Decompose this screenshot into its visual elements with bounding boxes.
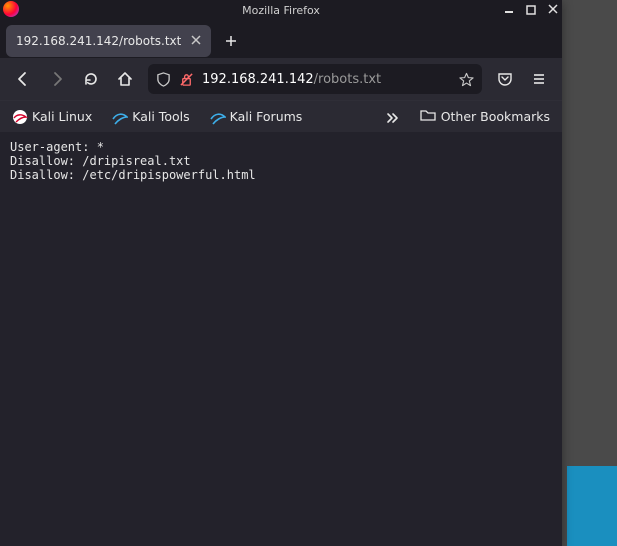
insecure-lock-icon[interactable] bbox=[179, 72, 194, 87]
url-bar[interactable]: 192.168.241.142/robots.txt bbox=[148, 64, 482, 94]
reload-button[interactable] bbox=[76, 64, 106, 94]
bookmark-label: Kali Forums bbox=[230, 109, 303, 124]
nav-toolbar: 192.168.241.142/robots.txt bbox=[0, 58, 562, 100]
robots-txt-body: User-agent: * Disallow: /dripisreal.txt … bbox=[10, 140, 552, 182]
bookmark-kali-tools[interactable]: Kali Tools bbox=[108, 105, 193, 129]
firefox-icon bbox=[3, 1, 21, 19]
new-tab-button[interactable] bbox=[217, 27, 245, 55]
kali-dragon-icon bbox=[112, 109, 128, 125]
desktop-accent bbox=[567, 466, 617, 546]
other-bookmarks-folder[interactable]: Other Bookmarks bbox=[416, 103, 554, 130]
page-content[interactable]: User-agent: * Disallow: /dripisreal.txt … bbox=[0, 132, 562, 546]
bookmark-label: Kali Linux bbox=[32, 109, 92, 124]
tab-active[interactable]: 192.168.241.142/robots.txt bbox=[6, 25, 211, 57]
kali-dragon-icon bbox=[210, 109, 226, 125]
window-title: Mozilla Firefox bbox=[0, 4, 562, 17]
kali-dragon-icon bbox=[12, 109, 28, 125]
close-button[interactable] bbox=[548, 4, 558, 16]
bookmark-label: Kali Tools bbox=[132, 109, 189, 124]
desktop-background bbox=[562, 0, 617, 546]
bookmark-kali-linux[interactable]: Kali Linux bbox=[8, 105, 96, 129]
bookmark-kali-forums[interactable]: Kali Forums bbox=[206, 105, 307, 129]
titlebar: Mozilla Firefox bbox=[0, 0, 562, 20]
url-text: 192.168.241.142/robots.txt bbox=[202, 72, 451, 87]
maximize-button[interactable] bbox=[526, 5, 536, 15]
app-menu-button[interactable] bbox=[524, 64, 554, 94]
pocket-button[interactable] bbox=[490, 64, 520, 94]
bookmarks-toolbar: Kali Linux Kali Tools Kali Forums Other … bbox=[0, 100, 562, 132]
window-controls bbox=[504, 0, 558, 20]
tab-title: 192.168.241.142/robots.txt bbox=[16, 34, 181, 48]
firefox-window: Mozilla Firefox 192.168.241.142/robots.t… bbox=[0, 0, 562, 546]
tracking-protection-icon[interactable] bbox=[156, 72, 171, 87]
forward-button[interactable] bbox=[42, 64, 72, 94]
bookmark-star-icon[interactable] bbox=[459, 72, 474, 87]
url-path: /robots.txt bbox=[314, 72, 382, 87]
bookmarks-overflow-button[interactable] bbox=[380, 105, 404, 129]
back-button[interactable] bbox=[8, 64, 38, 94]
minimize-button[interactable] bbox=[504, 4, 514, 16]
folder-icon bbox=[420, 107, 436, 126]
home-button[interactable] bbox=[110, 64, 140, 94]
other-bookmarks-label: Other Bookmarks bbox=[441, 109, 550, 124]
tab-close-button[interactable] bbox=[191, 34, 201, 48]
tabstrip: 192.168.241.142/robots.txt bbox=[0, 20, 562, 58]
url-host: 192.168.241.142 bbox=[202, 72, 314, 87]
